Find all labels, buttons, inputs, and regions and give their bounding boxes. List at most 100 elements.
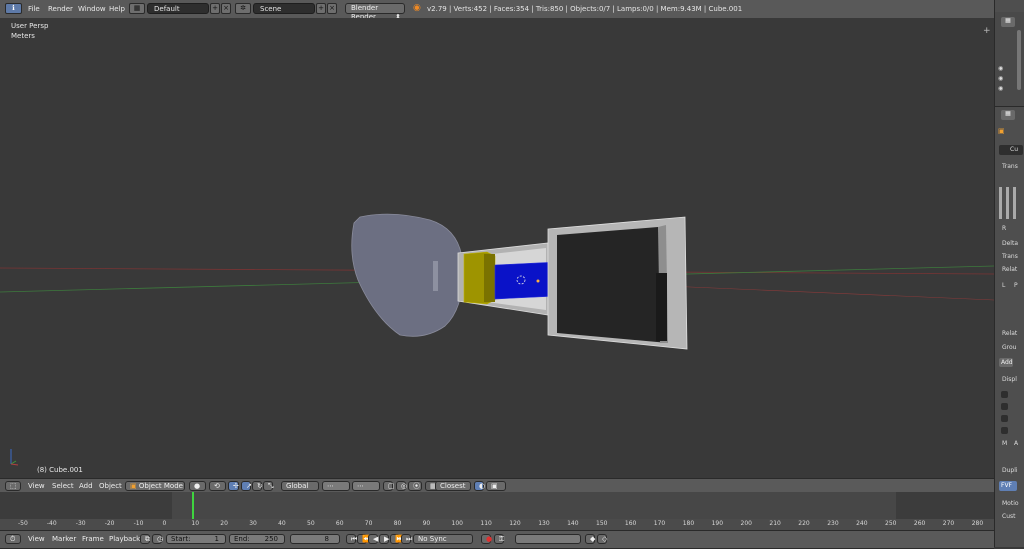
display-checkbox-1[interactable]	[1001, 391, 1008, 398]
lock-layer-button[interactable]: ▢	[383, 481, 395, 491]
scene-icon[interactable]: ✲	[235, 3, 251, 14]
manipulator-toggle[interactable]: ✢	[228, 481, 239, 491]
jump-start-button[interactable]: ⏮	[346, 534, 357, 544]
jump-end-button[interactable]: ⏭	[401, 534, 412, 544]
sync-dropdown[interactable]: No Sync	[413, 534, 473, 544]
remove-scene-button[interactable]: ×	[327, 3, 337, 14]
panel-relations-extras[interactable]: Relat	[1002, 330, 1017, 337]
timeline-tick-label: 50	[307, 520, 315, 527]
properties-scrollbar[interactable]	[1017, 30, 1021, 90]
panel-relations[interactable]: Relat	[1002, 266, 1017, 273]
mode-dropdown[interactable]: ▣ Object Mode	[125, 481, 185, 491]
current-frame-line[interactable]	[192, 492, 194, 521]
proportional-edit-button[interactable]: ◎	[396, 481, 407, 491]
screen-layout-icon[interactable]: ▦	[129, 3, 145, 14]
main-body-dark-notch	[656, 273, 667, 341]
layer-buttons-2[interactable]: ⋯	[352, 481, 380, 491]
editor-type-timeline-button[interactable]: ⏱	[5, 534, 21, 544]
panel-custom-properties[interactable]: Cust	[1002, 513, 1015, 520]
timeline-tick-label: -50	[18, 520, 28, 527]
menu-render[interactable]: Render	[48, 5, 73, 13]
prev-keyframe-button[interactable]: ⏪	[357, 534, 371, 544]
menu-select[interactable]: Select	[52, 482, 74, 490]
menu-playback[interactable]: Playback	[109, 535, 140, 543]
panel-display[interactable]: Displ	[1002, 376, 1017, 383]
render-engine-dropdown[interactable]: Blender Render ⬍	[345, 3, 405, 21]
add-scene-button[interactable]: +	[316, 3, 326, 14]
transform-slider-1[interactable]	[999, 187, 1002, 219]
menu-file[interactable]: File	[28, 5, 40, 13]
menu-timeline-view[interactable]: View	[28, 535, 45, 543]
eye-icon[interactable]: ◉	[998, 65, 1003, 72]
panel-delta[interactable]: Delta	[1002, 240, 1018, 247]
pivot-point-button[interactable]: ⟲	[209, 481, 226, 491]
layer-buttons-1[interactable]: ⋯	[322, 481, 350, 491]
menu-marker[interactable]: Marker	[52, 535, 76, 543]
menu-frame[interactable]: Frame	[82, 535, 104, 543]
current-frame-field[interactable]: 8	[290, 534, 340, 544]
keying-set-field[interactable]: ⚿	[494, 534, 504, 544]
panel-duplication[interactable]: Dupli	[1002, 467, 1018, 474]
keying-set-dropdown[interactable]	[515, 534, 581, 544]
render-preview-button[interactable]: ◐	[474, 481, 485, 491]
orientation-dropdown[interactable]: Global	[281, 481, 319, 491]
display-checkbox-4[interactable]	[1001, 427, 1008, 434]
timeline-tick-label: 180	[682, 520, 695, 527]
start-frame-field[interactable]: Start: 1	[166, 534, 226, 544]
dupli-button[interactable]: FVF	[999, 481, 1017, 491]
panel-transform[interactable]: Trans	[1002, 163, 1018, 170]
menu-view[interactable]: View	[28, 482, 45, 490]
display-checkbox-3[interactable]	[1001, 415, 1008, 422]
add-group-button[interactable]: Add	[999, 358, 1013, 367]
rotate-toggle[interactable]: ↻	[252, 481, 263, 491]
3d-viewport[interactable]: User Persp Meters + (8) Cube.001	[0, 18, 994, 478]
panel-motion-paths[interactable]: Motio	[1002, 500, 1019, 507]
play-button[interactable]: ▶	[379, 534, 389, 544]
transform-slider-2[interactable]	[1006, 187, 1009, 219]
eye-icon-2[interactable]: ◉	[998, 75, 1003, 82]
viewport-shading-button[interactable]: ●	[189, 481, 206, 491]
translate-toggle[interactable]: ↗	[241, 481, 252, 491]
timeline-tick-label: -10	[133, 520, 144, 527]
editor-type-3d-button[interactable]: ⬚	[5, 481, 21, 491]
play-reverse-button[interactable]: ◀	[368, 534, 378, 544]
add-screen-button[interactable]: +	[210, 3, 220, 14]
snap-toggle[interactable]: ⦿	[408, 481, 422, 491]
timeline-tick-label: 230	[827, 520, 839, 527]
properties-tab-button[interactable]: ▦	[1001, 110, 1015, 120]
insert-keyframe-button[interactable]: ◆	[585, 534, 595, 544]
lock-range-button[interactable]: ◷	[152, 534, 163, 544]
current-frame-value: 8	[324, 535, 329, 543]
editor-type-info-button[interactable]: ℹ	[5, 3, 22, 14]
menu-help[interactable]: Help	[109, 5, 125, 13]
screen-layout-field[interactable]: Default	[147, 3, 209, 14]
opengl-render-button[interactable]: ▣	[486, 481, 506, 491]
end-frame-field[interactable]: End: 250	[229, 534, 285, 544]
panel-transform-locks[interactable]: Trans	[1002, 253, 1018, 260]
panel-groups[interactable]: Grou	[1002, 344, 1016, 351]
outliner-button[interactable]: ▦	[1001, 17, 1015, 27]
snap-target-label: Closest	[440, 482, 466, 490]
eye-icon-3[interactable]: ◉	[998, 85, 1003, 92]
transform-slider-3[interactable]	[1013, 187, 1016, 219]
next-keyframe-button[interactable]: ⏩	[390, 534, 404, 544]
remove-screen-button[interactable]: ×	[221, 3, 231, 14]
object-tab-icon[interactable]: ▣	[998, 127, 1005, 135]
record-button[interactable]: ●	[481, 534, 492, 544]
menu-window[interactable]: Window	[78, 5, 106, 13]
menu-add[interactable]: Add	[79, 482, 93, 490]
snap-target-dropdown[interactable]: Closest	[435, 481, 471, 491]
timeline-tick-label: 130	[538, 520, 550, 527]
start-label: Start:	[171, 535, 191, 543]
display-checkbox-2[interactable]	[1001, 403, 1008, 410]
scene-field[interactable]: Scene	[253, 3, 315, 14]
timeline-tick-label: 70	[364, 520, 373, 527]
display-letter-a: A	[1014, 440, 1019, 447]
preview-range-button[interactable]: ⧉	[140, 534, 150, 544]
scale-toggle[interactable]: ⤡	[263, 481, 274, 491]
menu-object[interactable]: Object	[99, 482, 122, 490]
add-group-label: Add	[1001, 359, 1013, 366]
timeline-area[interactable]: -50 -40 -30 -20 -10 0 10 20 30 40 50 60 70 80 90 100 110…	[0, 492, 994, 530]
dupli-label: FVF	[1001, 482, 1013, 489]
delete-keyframe-button[interactable]: ◇	[597, 534, 607, 544]
